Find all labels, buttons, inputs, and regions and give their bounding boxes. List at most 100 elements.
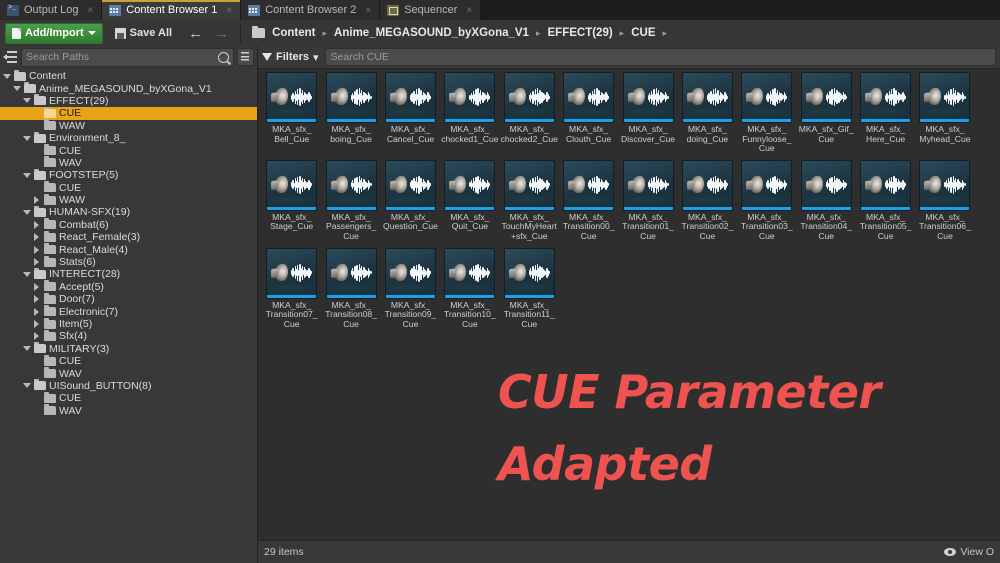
tree-item-footstep-5[interactable]: FOOTSTEP(5)	[0, 168, 257, 181]
close-icon[interactable]: ×	[226, 5, 232, 16]
search-paths-input[interactable]: Search Paths	[21, 47, 234, 67]
asset-tile[interactable]: MKA_​sfx_​Transition02_​Cue	[678, 159, 737, 242]
asset-tile[interactable]: MKA_​sfx_​Here_​Cue	[856, 72, 915, 154]
expander-open-icon[interactable]	[2, 73, 11, 79]
tree-item-wav[interactable]: WAV	[0, 367, 257, 380]
asset-tile[interactable]: MKA_​sfx_​Transition06_​Cue	[915, 159, 974, 242]
expander-open-icon[interactable]	[12, 86, 21, 92]
paths-options-button[interactable]	[237, 48, 254, 66]
expander-open-icon[interactable]	[22, 383, 31, 389]
expander-closed-icon[interactable]	[32, 320, 41, 328]
tree-item-item-5[interactable]: Item(5)	[0, 317, 257, 330]
sound-cue-thumbnail[interactable]	[444, 247, 496, 299]
asset-tile[interactable]: MKA_​sfx_​Gif_​Cue	[797, 72, 856, 154]
sound-cue-thumbnail[interactable]	[800, 72, 852, 123]
expander-closed-icon[interactable]	[32, 295, 41, 304]
save-all-button[interactable]: Save All	[114, 27, 172, 39]
asset-tile[interactable]: MKA_​sfx_​boing_​Cue	[321, 72, 380, 154]
asset-tile[interactable]: MKA_​sfx_​Quit_​Cue	[440, 159, 499, 242]
asset-tile[interactable]: MKA_​sfx_​Funnyloose_​Cue	[737, 72, 796, 154]
asset-tile[interactable]: MKA_​sfx_​TouchMyHeart+sfx_​Cue	[500, 159, 559, 242]
sound-cue-thumbnail[interactable]	[563, 72, 615, 123]
asset-tile[interactable]: MKA_​sfx_​chocked1_​Cue	[440, 72, 499, 154]
sound-cue-thumbnail[interactable]	[384, 247, 436, 299]
sound-cue-thumbnail[interactable]	[444, 72, 496, 123]
sound-cue-thumbnail[interactable]	[503, 159, 555, 211]
asset-tile[interactable]: MKA_​sfx_​Transition08_​Cue	[321, 247, 380, 330]
sound-cue-thumbnail[interactable]	[681, 159, 733, 211]
asset-tile[interactable]: MKA_​sfx_​Transition04_​Cue	[797, 159, 856, 242]
asset-tile[interactable]: MKA_​sfx_​Transition05_​Cue	[856, 159, 915, 242]
tab-sequencer[interactable]: Sequencer ×	[380, 0, 482, 20]
sound-cue-thumbnail[interactable]	[384, 159, 436, 211]
tree-item-cue[interactable]: CUE	[0, 106, 257, 120]
search-assets-input[interactable]: Search CUE	[324, 48, 996, 66]
tree-item-stats-6[interactable]: Stats(6)	[0, 255, 257, 268]
tree-item-sfx-4[interactable]: Sfx(4)	[0, 329, 257, 342]
expander-closed-icon[interactable]	[32, 245, 41, 254]
sound-cue-thumbnail[interactable]	[741, 72, 793, 123]
asset-tile[interactable]: MKA_​sfx_​Transition03_​Cue	[737, 159, 796, 242]
tab-output-log[interactable]: Output Log ×	[0, 0, 103, 20]
expander-closed-icon[interactable]	[32, 258, 41, 267]
tree-item-accept-5[interactable]: Accept(5)	[0, 280, 257, 293]
tree-item-wav[interactable]: WAV	[0, 156, 257, 169]
back-button[interactable]: ←	[188, 26, 203, 41]
tree-item-effect-29[interactable]: EFFECT(29)	[0, 94, 257, 107]
sound-cue-thumbnail[interactable]	[325, 72, 377, 123]
breadcrumb-item[interactable]: Anime_MEGASOUND_byXGona_V1	[334, 27, 529, 39]
expander-open-icon[interactable]	[22, 209, 31, 215]
asset-tile[interactable]: MKA_​sfx_​Transition10_​Cue	[440, 247, 499, 330]
sound-cue-thumbnail[interactable]	[622, 159, 674, 211]
tree-item-waw[interactable]: WAW	[0, 119, 257, 132]
expander-closed-icon[interactable]	[32, 233, 41, 242]
sound-cue-thumbnail[interactable]	[266, 159, 318, 211]
tree-item-cue[interactable]: CUE	[0, 144, 257, 157]
asset-tile[interactable]: MKA_​sfx_​Question_​Cue	[381, 159, 440, 242]
asset-tile[interactable]: MKA_​sfx_​Transition11_​Cue	[500, 247, 559, 330]
asset-grid[interactable]: MKA_​sfx_​Bell_​Cue MKA_​sfx_​boing_​Cue M…	[258, 68, 1000, 540]
add-import-button[interactable]: Add/Import	[5, 22, 103, 44]
sound-cue-thumbnail[interactable]	[860, 159, 912, 211]
breadcrumb-item[interactable]: CUE	[631, 27, 655, 39]
tree-item-cue[interactable]: CUE	[0, 391, 257, 404]
expander-open-icon[interactable]	[22, 346, 31, 352]
sound-cue-thumbnail[interactable]	[266, 247, 318, 299]
tree-item-electronic-7[interactable]: Electronic(7)	[0, 305, 257, 318]
sound-cue-thumbnail[interactable]	[800, 159, 852, 211]
tree-item-door-7[interactable]: Door(7)	[0, 292, 257, 305]
view-options-button[interactable]: View O	[944, 546, 994, 558]
asset-tile[interactable]: MKA_​sfx_​Bell_​Cue	[262, 72, 321, 154]
asset-tile[interactable]: MKA_​sfx_​Transition07_​Cue	[262, 247, 321, 330]
tree-item-human-sfx-19[interactable]: HUMAN-SFX(19)	[0, 205, 257, 218]
sound-cue-thumbnail[interactable]	[325, 247, 377, 299]
tab-content-browser-2[interactable]: Content Browser 2 ×	[241, 0, 381, 20]
breadcrumb-item[interactable]: EFFECT(29)	[548, 27, 613, 39]
tree-item-react-male-4[interactable]: React_Male(4)	[0, 243, 257, 256]
tree-item-wav[interactable]: WAV	[0, 404, 257, 417]
tree-item-waw[interactable]: WAW	[0, 193, 257, 206]
asset-tile[interactable]: MKA_​sfx_​doing_​Cue	[678, 72, 737, 154]
sound-cue-thumbnail[interactable]	[503, 72, 555, 123]
tree-item-environment-8[interactable]: Environment_8_	[0, 131, 257, 144]
expander-open-icon[interactable]	[22, 135, 31, 141]
expander-open-icon[interactable]	[22, 172, 31, 178]
tree-item-military-3[interactable]: MILITARY(3)	[0, 342, 257, 355]
asset-tile[interactable]: MKA_​sfx_​Discover_​Cue	[618, 72, 677, 154]
asset-tile[interactable]: MKA_​sfx_​Transition01_​Cue	[618, 159, 677, 242]
expander-closed-icon[interactable]	[32, 282, 41, 291]
asset-tile[interactable]: MKA_​sfx_​Myhead_​Cue	[915, 72, 974, 154]
tree-item-content[interactable]: Content	[0, 69, 257, 82]
tab-content-browser-1[interactable]: Content Browser 1 ×	[102, 0, 242, 20]
expander-closed-icon[interactable]	[32, 196, 41, 205]
asset-tile[interactable]: MKA_​sfx_​Transition00_​Cue	[559, 159, 618, 242]
collapse-list-icon[interactable]	[3, 50, 18, 64]
tree-item-cue[interactable]: CUE	[0, 354, 257, 367]
tree-item-anime-megasound-byxgona-v1[interactable]: Anime_MEGASOUND_byXGona_V1	[0, 82, 257, 95]
close-icon[interactable]: ×	[466, 5, 472, 16]
expander-closed-icon[interactable]	[32, 307, 41, 316]
tree-item-cue[interactable]: CUE	[0, 181, 257, 194]
sound-cue-thumbnail[interactable]	[325, 159, 377, 211]
sound-cue-thumbnail[interactable]	[563, 159, 615, 211]
asset-tile[interactable]: MKA_​sfx_​Passengers_​Cue	[321, 159, 380, 242]
